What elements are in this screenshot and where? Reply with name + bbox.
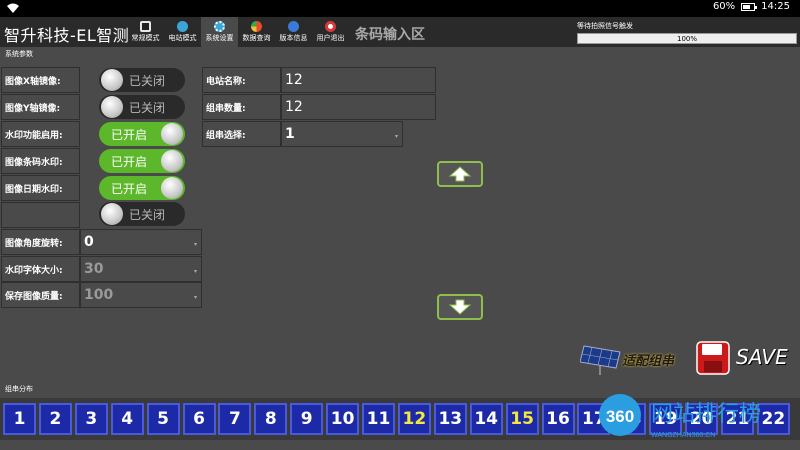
- person-icon: [288, 21, 299, 32]
- arrow-up-icon: [449, 166, 471, 182]
- rotation-select[interactable]: 0 ▾: [80, 229, 202, 255]
- string-cell-16[interactable]: 16: [541, 403, 575, 435]
- string-cell-7[interactable]: 7: [218, 403, 252, 435]
- string-cell-11[interactable]: 11: [362, 403, 395, 435]
- toggle-date-watermark[interactable]: 已开启: [99, 176, 185, 200]
- adapt-strings-label: 适配组串: [622, 354, 675, 369]
- progress-text: 100%: [676, 35, 697, 43]
- nav-system-settings[interactable]: 系统设置: [201, 17, 238, 47]
- toggle-knob: [101, 203, 123, 225]
- param-label-font-size: 水印字体大小:: [1, 256, 80, 282]
- nav-data-query[interactable]: 数据查询: [238, 17, 275, 47]
- string-cell-9[interactable]: 9: [290, 403, 324, 435]
- trigger-status-label: 等待拍照信号触发: [577, 22, 633, 30]
- arrow-down-icon: [449, 299, 471, 315]
- dropdown-caret-icon: ▾: [193, 241, 197, 248]
- battery-percent: 60%: [712, 1, 736, 12]
- nav-station-mode[interactable]: 电站模式: [164, 17, 201, 47]
- param-label-rotation: 图像角度旋转:: [1, 229, 80, 255]
- string-cell-8[interactable]: 8: [254, 403, 288, 435]
- string-select-dropdown[interactable]: 1 ▾: [281, 121, 403, 147]
- string-cell-6[interactable]: 6: [182, 403, 216, 435]
- param-label-x-mirror: 图像X轴镜像:: [1, 67, 80, 93]
- toggle-knob: [161, 123, 183, 145]
- param-label-barcode-watermark: 图像条码水印:: [1, 148, 80, 174]
- watermark-logo: 360 网站排行榜 WANGZHAN360.CN: [596, 393, 796, 450]
- wifi-icon: [7, 3, 19, 13]
- string-cell-12[interactable]: 12: [397, 403, 431, 435]
- quality-select[interactable]: 100 ▾: [80, 282, 202, 308]
- string-select-label: 组串选择:: [202, 121, 281, 147]
- string-cell-15[interactable]: 15: [505, 403, 539, 435]
- toggle-extra[interactable]: 已关闭: [99, 202, 185, 226]
- battery-icon: [741, 2, 758, 11]
- dropdown-caret-icon: ▾: [394, 133, 398, 140]
- string-count-input[interactable]: 12: [281, 94, 436, 120]
- string-cell-10[interactable]: 10: [326, 403, 360, 435]
- watermark-subtext: WANGZHAN360.CN: [651, 432, 715, 439]
- nav-version-info[interactable]: 版本信息: [275, 17, 312, 47]
- param-label-watermark-enable: 水印功能启用:: [1, 121, 80, 147]
- camera-icon: [140, 21, 151, 32]
- string-cell-14[interactable]: 14: [469, 403, 503, 435]
- toggle-knob: [101, 96, 123, 118]
- section-system-params: 系统参数: [5, 50, 33, 58]
- param-label-empty: [1, 202, 80, 228]
- toggle-knob: [161, 177, 183, 199]
- clock: 14:25: [761, 1, 790, 12]
- save-button[interactable]: SAVE: [696, 341, 796, 375]
- watermark-360-logo: 360 网站排行榜 WANGZHAN360.CN: [599, 394, 761, 439]
- section-string-distribution: 组串分布: [5, 385, 33, 393]
- param-label-y-mirror: 图像Y轴镜像:: [1, 94, 80, 120]
- string-cell-1[interactable]: 1: [3, 403, 36, 435]
- scroll-down-button[interactable]: [437, 294, 483, 320]
- pie-chart-icon: [251, 21, 262, 32]
- toggle-barcode-watermark[interactable]: 已开启: [99, 149, 185, 173]
- watermark-text: 网站排行榜: [651, 402, 761, 427]
- barcode-input-area[interactable]: 条码输入区: [355, 24, 425, 44]
- scroll-up-button[interactable]: [437, 161, 483, 187]
- string-cell-5[interactable]: 5: [146, 403, 180, 435]
- station-name-input[interactable]: 12: [281, 67, 436, 93]
- watermark-number: 360: [606, 407, 634, 426]
- station-icon: [177, 21, 188, 32]
- nav-user-logout[interactable]: 用户退出: [312, 17, 349, 47]
- app-title: 智升科技-EL智测: [4, 26, 130, 45]
- string-cell-2[interactable]: 2: [38, 403, 72, 435]
- station-name-label: 电站名称:: [202, 67, 281, 93]
- font-size-select[interactable]: 30 ▾: [80, 256, 202, 282]
- toggle-x-mirror[interactable]: 已关闭: [99, 68, 185, 92]
- dropdown-caret-icon: ▾: [193, 268, 197, 275]
- toggle-watermark-enable[interactable]: 已开启: [99, 122, 185, 146]
- power-icon: [325, 21, 336, 32]
- adapt-strings-button[interactable]: 适配组串: [580, 342, 680, 376]
- string-count-label: 组串数量:: [202, 94, 281, 120]
- string-cell-3[interactable]: 3: [74, 403, 108, 435]
- status-bar: 60% 14:25: [0, 0, 800, 17]
- trigger-progress-bar: 100%: [577, 33, 797, 44]
- solar-panel-icon: [580, 345, 621, 375]
- floppy-disk-icon: [696, 341, 730, 375]
- param-label-quality: 保存图像质量:: [1, 282, 80, 308]
- dropdown-caret-icon: ▾: [193, 294, 197, 301]
- string-cell-13[interactable]: 13: [433, 403, 467, 435]
- gear-icon: [214, 21, 225, 32]
- toggle-knob: [161, 150, 183, 172]
- string-cell-4[interactable]: 4: [110, 403, 144, 435]
- toggle-knob: [101, 69, 123, 91]
- nav-normal-mode[interactable]: 常规模式: [127, 17, 164, 47]
- param-label-date-watermark: 图像日期水印:: [1, 175, 80, 201]
- toggle-y-mirror[interactable]: 已关闭: [99, 95, 185, 119]
